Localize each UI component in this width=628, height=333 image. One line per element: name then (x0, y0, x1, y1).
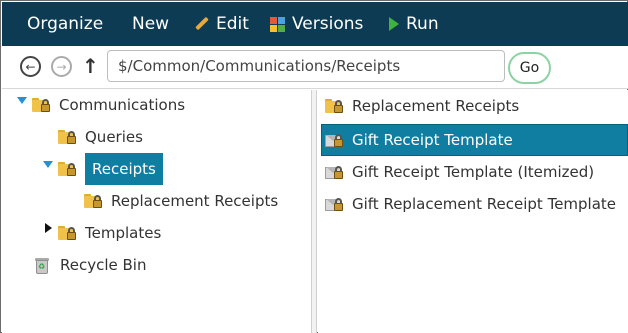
edit-button[interactable]: Edit (195, 2, 249, 46)
up-arrow-icon[interactable]: ↑ (82, 54, 99, 78)
tree-item-label: Replacement Receipts (111, 192, 279, 210)
tree-item-label: Templates (85, 224, 162, 242)
locked-envelope-icon (325, 164, 345, 181)
locked-envelope-icon (325, 132, 345, 149)
window-frame: Organize New Edit Versions Run ← → ↑ Go (0, 0, 628, 333)
play-icon (389, 17, 399, 31)
address-bar: ← → ↑ Go (2, 46, 628, 89)
locked-folder-icon (58, 161, 78, 178)
list-item-label: Gift Receipt Template (Itemized) (352, 163, 595, 181)
list-item-label: Gift Receipt Template (352, 131, 513, 149)
locked-envelope-icon (325, 196, 345, 213)
expand-toggle-icon[interactable] (17, 97, 27, 104)
new-button[interactable]: New (132, 2, 169, 46)
list-item[interactable]: Gift Receipt Template (325, 127, 513, 153)
tree-item-receipts[interactable]: Receipts (58, 153, 163, 185)
tree-item-templates[interactable]: Templates (58, 220, 161, 246)
tree-item-queries[interactable]: Queries (58, 124, 143, 150)
locked-folder-icon (325, 98, 345, 115)
versions-grid-icon (270, 16, 285, 32)
locked-folder-icon (32, 97, 52, 114)
tree-item-replacement-receipts[interactable]: Replacement Receipts (84, 188, 278, 214)
new-label: New (132, 14, 170, 34)
pencil-icon (195, 17, 209, 31)
locked-folder-icon (58, 129, 78, 146)
locked-folder-icon (84, 193, 104, 210)
locked-folder-icon (58, 225, 78, 242)
tree-item-label: Queries (85, 128, 143, 146)
go-label: Go (519, 60, 540, 76)
folder-tree: Communications Queries Receipts Replacem… (2, 90, 312, 333)
recycle-bin-icon: ♻ (35, 257, 49, 274)
tree-item-label: Receipts (85, 153, 163, 185)
run-button[interactable]: Run (389, 2, 439, 46)
collapse-toggle-icon[interactable] (45, 223, 52, 233)
list-item[interactable]: Gift Receipt Template (Itemized) (325, 159, 594, 185)
run-label: Run (406, 14, 439, 34)
list-item[interactable]: Gift Replacement Receipt Template (325, 191, 616, 217)
tree-item-label: Communications (59, 96, 186, 114)
list-item-label: Replacement Receipts (352, 97, 520, 115)
list-item-label: Gift Replacement Receipt Template (352, 195, 617, 213)
tree-item-communications[interactable]: Communications (32, 92, 185, 118)
path-input[interactable] (107, 50, 505, 82)
forward-arrow-icon[interactable]: → (51, 56, 72, 77)
item-list: Replacement Receipts Gift Receipt Templa… (318, 90, 628, 333)
organize-label: Organize (27, 14, 104, 34)
versions-label: Versions (292, 14, 364, 34)
back-arrow-icon[interactable]: ← (20, 56, 41, 77)
organize-button[interactable]: Organize (27, 2, 103, 46)
list-item[interactable]: Replacement Receipts (325, 93, 519, 119)
expand-toggle-icon[interactable] (43, 161, 53, 168)
pane-splitter[interactable] (312, 90, 317, 333)
versions-button[interactable]: Versions (270, 2, 363, 46)
tree-item-recycle-bin[interactable]: ♻ Recycle Bin (32, 252, 146, 278)
tree-item-label: Recycle Bin (60, 256, 147, 274)
toolbar: Organize New Edit Versions Run (2, 2, 628, 46)
go-button[interactable]: Go (508, 52, 551, 84)
edit-label: Edit (216, 14, 249, 34)
